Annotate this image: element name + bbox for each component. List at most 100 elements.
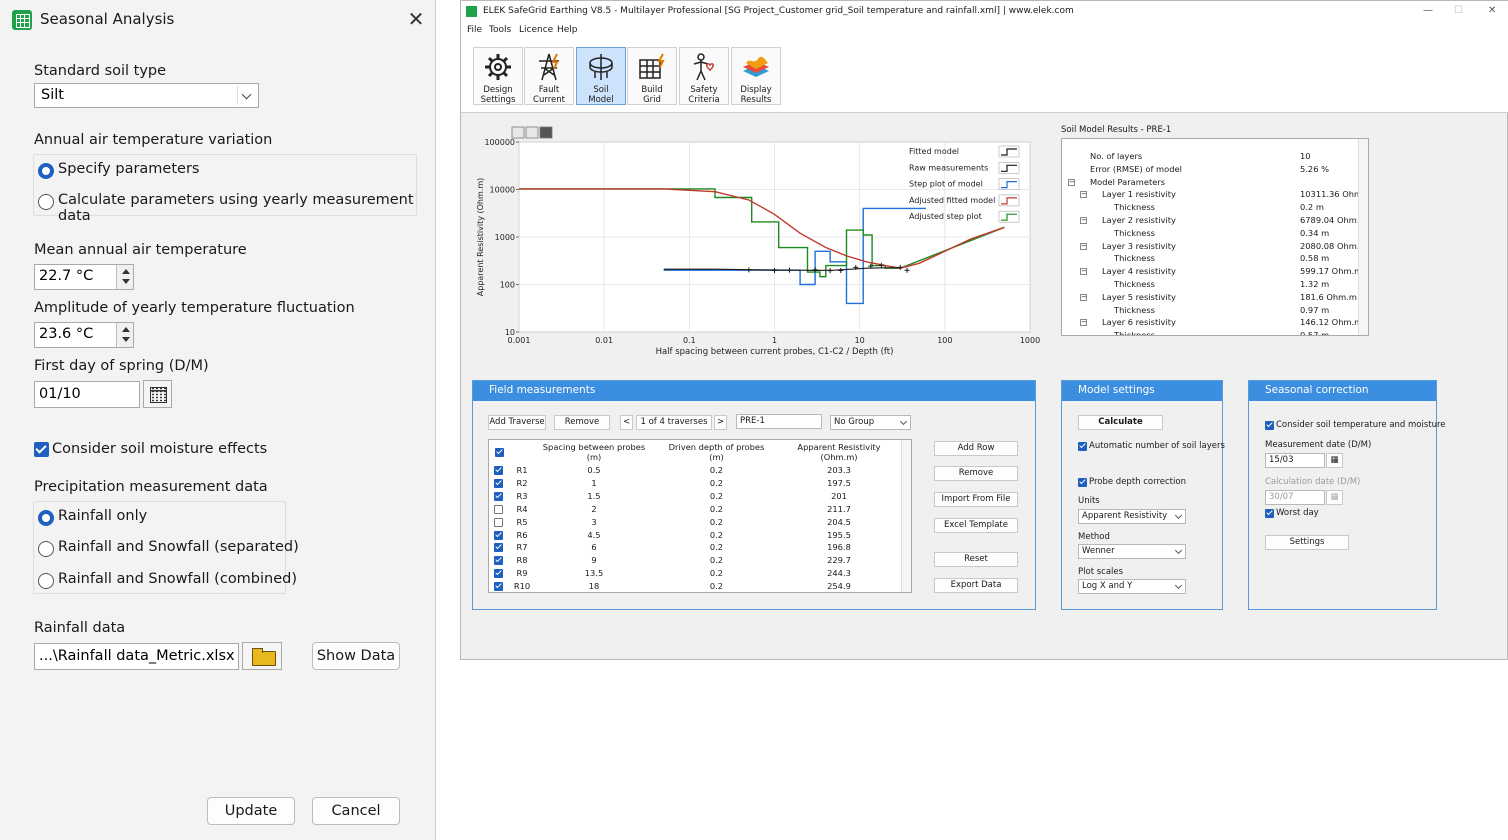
cell-spacing[interactable]: 1 — [534, 478, 654, 488]
cell-spacing[interactable]: 2 — [534, 504, 654, 514]
menu-help[interactable]: Help — [557, 25, 578, 35]
tree-row[interactable]: Thickness 0.2 m — [1062, 202, 1362, 215]
row-checkbox[interactable] — [494, 466, 503, 475]
tree-collapse-icon[interactable]: − — [1080, 319, 1087, 327]
cell-res[interactable]: 229.7 — [779, 555, 899, 565]
table-row[interactable]: R7 6 0.2 196.8 — [489, 541, 903, 554]
cell-depth[interactable]: 0.2 — [654, 517, 779, 527]
spring-date-input[interactable]: 01/10 — [34, 381, 140, 408]
table-row[interactable]: R6 4.5 0.2 195.5 — [489, 529, 903, 542]
tree-row[interactable]: Layer 4 resistivity 599.17 Ohm.m − — [1062, 266, 1362, 279]
radio-calculate-parameters[interactable]: Calculate parameters using yearly measur… — [38, 192, 435, 224]
cell-res[interactable]: 197.5 — [779, 478, 899, 488]
tree-row[interactable]: Thickness 0.58 m — [1062, 253, 1362, 266]
design-settings-button[interactable]: Design Settings — [473, 47, 523, 105]
update-button[interactable]: Update — [207, 797, 295, 825]
table-row[interactable]: R5 3 0.2 204.5 — [489, 516, 903, 529]
tree-collapse-icon[interactable]: − — [1080, 242, 1087, 250]
cell-depth[interactable]: 0.2 — [654, 491, 779, 501]
traverse-name-input[interactable]: PRE-1 — [736, 414, 822, 429]
cell-res[interactable]: 196.8 — [779, 542, 899, 552]
tree-collapse-icon[interactable]: − — [1080, 293, 1087, 301]
radio-rainfall-only[interactable]: Rainfall only — [38, 508, 147, 526]
tree-row[interactable]: Layer 6 resistivity 146.12 Ohm.m − — [1062, 317, 1362, 330]
cell-depth[interactable]: 0.2 — [654, 504, 779, 514]
cell-spacing[interactable]: 3 — [534, 517, 654, 527]
radio-rain-snow-combined[interactable]: Rainfall and Snowfall (combined) — [38, 571, 297, 589]
spinner-arrows-icon[interactable] — [116, 265, 133, 289]
table-row[interactable]: R2 1 0.2 197.5 — [489, 477, 903, 490]
tree-row[interactable]: Thickness 0.97 m — [1062, 305, 1362, 318]
cell-depth[interactable]: 0.2 — [654, 555, 779, 565]
build-grid-button[interactable]: Build Grid — [627, 47, 677, 105]
tree-row[interactable]: Layer 5 resistivity 181.6 Ohm.m − — [1062, 292, 1362, 305]
soil-model-button[interactable]: Soil Model — [576, 47, 626, 105]
table-row[interactable]: R4 2 0.2 211.7 — [489, 503, 903, 516]
fault-current-button[interactable]: Fault Current — [524, 47, 574, 105]
next-traverse-button[interactable]: > — [714, 415, 727, 430]
add-row-button[interactable]: Add Row — [934, 441, 1018, 456]
method-select[interactable]: Wenner — [1078, 544, 1186, 559]
tree-row[interactable]: Thickness 0.57 m — [1062, 330, 1362, 335]
zoom-icon[interactable] — [511, 126, 525, 139]
add-traverse-button[interactable]: Add Traverse — [488, 415, 546, 430]
cell-spacing[interactable]: 9 — [534, 555, 654, 565]
tree-collapse-icon[interactable]: − — [1080, 191, 1087, 199]
units-select[interactable]: Apparent Resistivity — [1078, 509, 1186, 524]
tree-collapse-icon[interactable]: − — [1068, 178, 1075, 186]
show-data-button[interactable]: Show Data — [312, 642, 400, 670]
row-checkbox[interactable] — [494, 530, 503, 540]
row-checkbox[interactable] — [494, 504, 503, 514]
cell-depth[interactable]: 0.2 — [654, 581, 779, 591]
close-icon[interactable]: ✕ — [404, 8, 428, 30]
remove-traverse-button[interactable]: Remove — [554, 415, 610, 430]
row-checkbox[interactable] — [494, 556, 503, 566]
cell-depth[interactable]: 0.2 — [654, 530, 779, 540]
cell-spacing[interactable]: 1.5 — [534, 491, 654, 501]
cell-res[interactable]: 195.5 — [779, 530, 899, 540]
cell-res[interactable]: 254.9 — [779, 581, 899, 591]
cell-depth[interactable]: 0.2 — [654, 478, 779, 488]
cell-res[interactable]: 204.5 — [779, 517, 899, 527]
tree-scrollbar[interactable] — [1358, 139, 1368, 335]
cell-depth[interactable]: 0.2 — [654, 568, 779, 578]
row-checkbox[interactable] — [494, 582, 503, 592]
reset-button[interactable]: Reset — [934, 552, 1018, 567]
cell-spacing[interactable]: 6 — [534, 542, 654, 552]
plot-scales-select[interactable]: Log X and Y — [1078, 579, 1186, 594]
radio-specify-parameters[interactable]: Specify parameters — [38, 161, 199, 179]
tree-collapse-icon[interactable]: − — [1080, 217, 1087, 224]
tree-row[interactable]: Error (RMSE) of model 5.26 % — [1062, 164, 1362, 177]
cell-spacing[interactable]: 0.5 — [534, 465, 654, 475]
tree-row[interactable]: Layer 3 resistivity 2080.08 Ohm.m − — [1062, 241, 1368, 254]
tree-collapse-icon[interactable]: − — [1080, 268, 1087, 276]
table-row[interactable]: R8 9 0.2 229.7 — [489, 554, 903, 567]
cell-res[interactable]: 244.3 — [779, 568, 899, 578]
calculate-button[interactable]: Calculate — [1078, 415, 1163, 430]
worst-day-checkbox[interactable] — [1265, 509, 1274, 518]
cell-spacing[interactable]: 18 — [534, 581, 654, 591]
row-checkbox[interactable] — [494, 491, 503, 501]
radio-rain-snow-separated[interactable]: Rainfall and Snowfall (separated) — [38, 539, 299, 557]
row-checkbox[interactable] — [494, 517, 503, 527]
pan-icon[interactable] — [525, 126, 539, 139]
group-select[interactable]: No Group — [830, 415, 911, 430]
rainfall-file-input[interactable]: ...\Rainfall data_Metric.xlsx — [34, 643, 239, 670]
settings-button[interactable]: Settings — [1265, 535, 1349, 550]
cell-spacing[interactable]: 13.5 — [534, 568, 654, 578]
menu-file[interactable]: File — [467, 25, 482, 35]
calendar-icon[interactable]: ▦ — [1326, 453, 1343, 468]
tree-row[interactable]: Thickness 0.34 m — [1062, 228, 1362, 241]
spinner-arrows-icon[interactable] — [116, 323, 133, 347]
safety-criteria-button[interactable]: Safety Criteria — [679, 47, 729, 105]
export-data-button[interactable]: Export Data — [934, 578, 1018, 593]
menu-tools[interactable]: Tools — [489, 25, 511, 35]
cell-spacing[interactable]: 4.5 — [534, 530, 654, 540]
table-row[interactable]: R3 1.5 0.2 201 — [489, 490, 903, 503]
cell-res[interactable]: 201 — [779, 491, 899, 501]
excel-template-button[interactable]: Excel Template — [934, 518, 1018, 533]
table-row[interactable]: R9 13.5 0.2 244.3 — [489, 567, 903, 580]
auto-layers-checkbox[interactable] — [1078, 442, 1087, 451]
minimize-icon[interactable]: — — [1423, 5, 1433, 16]
measurement-date-input[interactable]: 15/03 — [1265, 453, 1325, 468]
